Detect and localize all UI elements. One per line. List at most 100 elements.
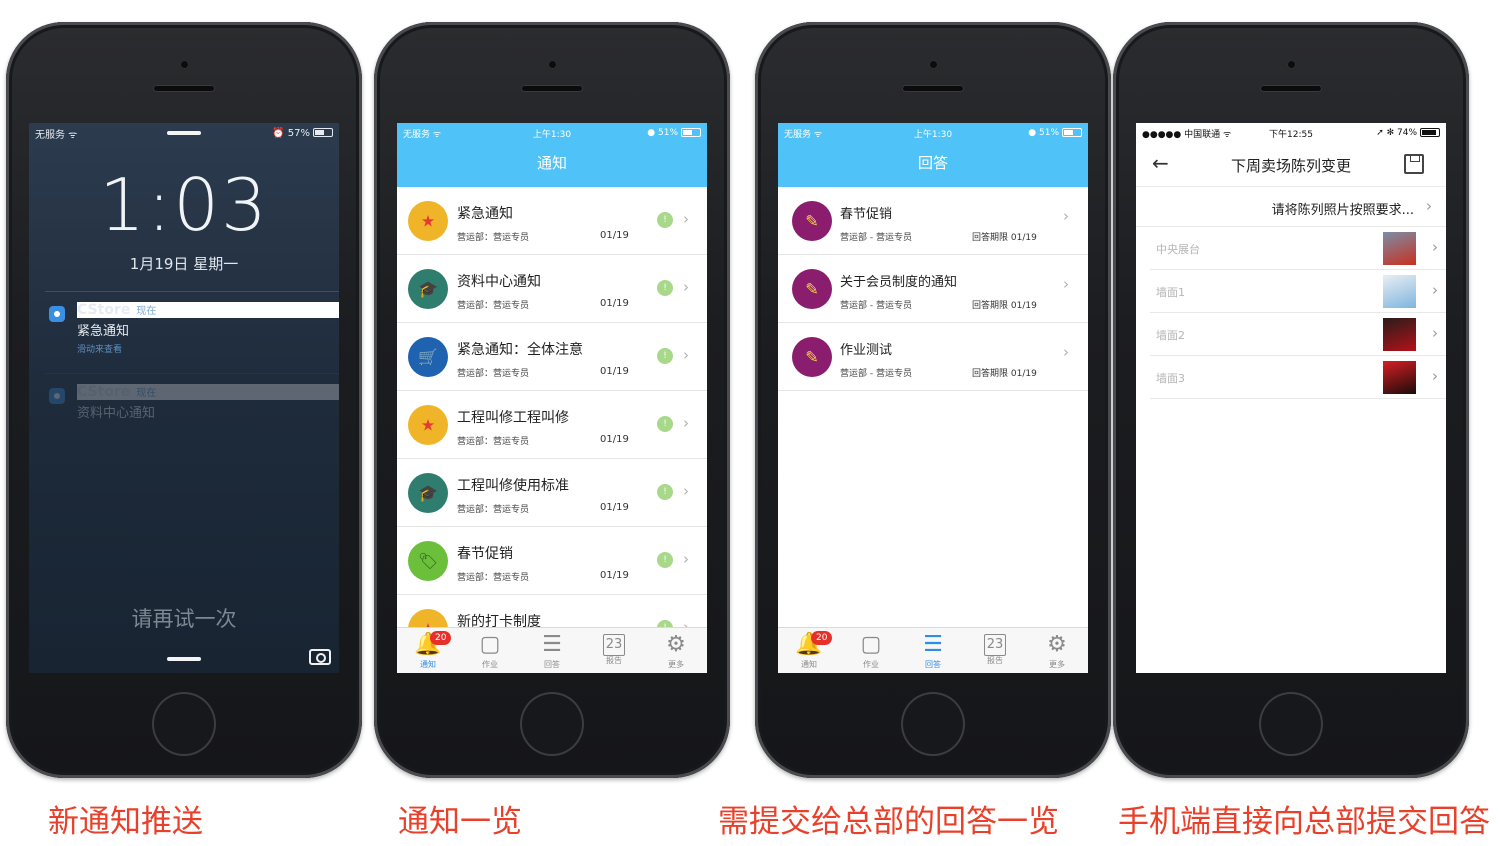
screen: 无服务 ᯤ 上午1:30 ● 51% 回答 ✎ 春节促销 营运部 - 营运专员 回答期… [778,123,1088,673]
list-item[interactable]: ✎ 关于会员制度的通知 营运部 - 营运专员 回答期限 01/19 › [778,255,1088,323]
tab-作业[interactable]: ▢ 作业 [459,628,521,673]
tab-作业[interactable]: ▢ 作业 [840,628,902,673]
list-item[interactable]: ★ 紧急通知 营运部：营运专员 01/19! › [397,187,707,255]
home-button[interactable] [1259,692,1323,756]
calendar-icon: 23 [984,634,1006,656]
unread-badge: 20 [811,631,833,645]
tab-label: 回答 [925,660,941,669]
item-title: 工程叫修工程叫修 [457,410,569,426]
photo-row[interactable]: 墙面1 › [1150,270,1446,313]
item-title: 资料中心通知 [457,274,541,290]
save-icon[interactable] [1404,154,1424,174]
phone-lockscreen: 无服务 ᯤ ⏰ 57% 1:03 1月19日 星期一 CStore 现在 紧急通知… [6,22,362,778]
photo-row[interactable]: 墙面2 › [1150,313,1446,356]
item-title: 作业测试 [840,343,893,358]
list-item[interactable]: 🏷 春节促销 营运部：营运专员 01/19! › [397,527,707,595]
item-sender: 营运部：营运专员 [457,505,530,515]
gear-icon: ⚙ [666,632,686,657]
item-sender: 营运部 - 营运专员 [840,369,912,379]
front-camera [548,60,557,69]
tab-bar: 🔔 通知 20 ▢ 作业 ☰ 回答 23 报告 ⚙ 更多 [397,627,707,673]
item-title: 春节促销 [840,207,893,222]
chevron-right-icon: › [683,482,689,500]
item-sender: 营运部 - 营运专员 [840,233,912,243]
status-bar: 无服务 ᯤ 上午1:30 ● 51% [778,123,1088,143]
item-sender: 营运部：营运专员 [457,301,530,311]
list-item[interactable]: ★ 工程叫修工程叫修 营运部：营运专员 01/19! › [397,391,707,459]
battery-status: ● 51% [647,128,701,138]
notification-center-handle[interactable] [167,131,201,135]
tab-label: 报告 [606,656,622,665]
graduation-cap-icon: 🎓 [408,473,448,513]
cstore-app-icon [49,306,65,322]
item-sender: 营运部：营运专员 [457,233,530,243]
tab-更多[interactable]: ⚙ 更多 [1026,628,1088,673]
page-title: 通知 [536,154,567,172]
requirement-text: 请将陈列照片按照要求... [1271,203,1414,218]
home-button[interactable] [901,692,965,756]
graduation-cap-icon: 🎓 [408,269,448,309]
home-button[interactable] [152,692,216,756]
unread-indicator-icon: ! [657,484,673,500]
list-item[interactable]: 🎓 资料中心通知 营运部：营运专员 01/19! › [397,255,707,323]
photo-label: 墙面2 [1156,329,1185,342]
camera-icon[interactable] [309,649,331,665]
photo-label: 墙面3 [1156,372,1185,385]
list-item[interactable]: ✎ 春节促销 营运部 - 营运专员 回答期限 01/19 › [778,187,1088,255]
tab-通知[interactable]: 🔔 通知 20 [778,628,840,673]
notification-message: 资料中心通知 [77,406,156,421]
tab-报告[interactable]: 23 报告 [583,628,645,673]
requirement-row[interactable]: 请将陈列照片按照要求... › [1136,187,1446,227]
chevron-right-icon: › [1063,275,1069,293]
notification-item[interactable]: CStore 现在 资料中心通知 [45,373,339,455]
unread-badge: 20 [430,631,452,645]
tab-通知[interactable]: 🔔 通知 20 [397,628,459,673]
tab-回答[interactable]: ☰ 回答 [521,628,583,673]
battery-status: ⏰ 57% [272,128,333,139]
battery-status: ➚ ✻ 74% [1376,128,1440,138]
screen: 无服务 ᯤ 上午1:30 ● 51% 通知 ★ 紧急通知 营运部：营运专员 01/19… [397,123,707,673]
answer-icon: ☰ [923,632,943,657]
item-title: 春节促销 [457,546,513,562]
notification-app-name: CStore [77,302,131,318]
front-camera [929,60,938,69]
tab-更多[interactable]: ⚙ 更多 [645,628,707,673]
earpiece-speaker [153,85,215,92]
retry-message: 请再试一次 [131,607,237,631]
earpiece-speaker [1260,85,1322,92]
star-icon: ★ [408,201,448,241]
list-item[interactable]: ✎ 作业测试 营运部 - 营运专员 回答期限 01/19 › [778,323,1088,391]
front-camera [1287,60,1296,69]
item-sender: 营运部 - 营运专员 [840,301,912,311]
chevron-right-icon: › [1432,281,1438,299]
photo-thumbnail[interactable] [1383,318,1416,351]
item-deadline: 回答期限 01/19 [972,369,1037,379]
cart-icon: 🛒 [408,337,448,377]
carrier-text: 无服务 ᯤ [35,129,78,141]
item-title: 紧急通知：全体注意 [457,342,583,358]
photo-list: 中央展台 › 墙面1 › 墙面2 › 墙面3 › [1136,227,1446,399]
list-item[interactable]: 🛒 紧急通知：全体注意 营运部：营运专员 01/19! › [397,323,707,391]
gear-icon: ⚙ [1047,632,1067,657]
photo-thumbnail[interactable] [1383,275,1416,308]
home-button[interactable] [520,692,584,756]
photo-thumbnail[interactable] [1383,361,1416,394]
photo-thumbnail[interactable] [1383,232,1416,265]
notification-item[interactable]: CStore 现在 紧急通知 滑动来查看 [45,291,339,373]
tab-报告[interactable]: 23 报告 [964,628,1026,673]
photo-row[interactable]: 墙面3 › [1150,356,1446,399]
phone-submit-answer: ●●●●● 中国联通 ᯤ 下午12:55 ➚ ✻ 74% ← 下周卖场陈列变更 … [1113,22,1469,778]
status-bar: ●●●●● 中国联通 ᯤ 下午12:55 ➚ ✻ 74% [1136,123,1446,143]
answer-list: ✎ 春节促销 营运部 - 营运专员 回答期限 01/19 › ✎ 关于会员制度的通知 营运部 … [778,187,1088,391]
chevron-right-icon: › [1426,197,1432,215]
photo-row[interactable]: 中央展台 › [1150,227,1446,270]
tab-回答[interactable]: ☰ 回答 [902,628,964,673]
list-item[interactable]: 🎓 工程叫修使用标准 营运部：营运专员 01/19! › [397,459,707,527]
screen: ●●●●● 中国联通 ᯤ 下午12:55 ➚ ✻ 74% ← 下周卖场陈列变更 … [1136,123,1446,673]
pencil-icon: ✎ [792,269,832,309]
notification-time: 现在 [136,306,157,317]
control-center-handle[interactable] [167,657,201,661]
photo-label: 中央展台 [1156,243,1200,256]
chevron-right-icon: › [1432,367,1438,385]
chevron-right-icon: › [683,346,689,364]
